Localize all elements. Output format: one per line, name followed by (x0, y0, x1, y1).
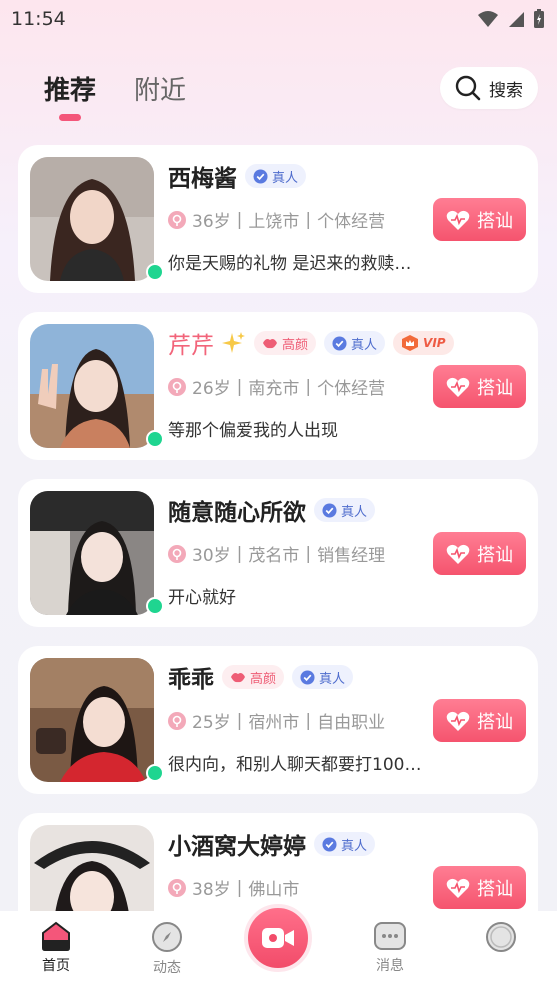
profile-age: 25岁 (192, 713, 231, 733)
compass-icon (152, 922, 182, 952)
profile-info: 26岁 | 南充市 | 个体经营 (168, 374, 385, 399)
profile-name: 乖乖 (168, 667, 214, 693)
profile-job: 个体经营 (317, 379, 386, 399)
female-icon (168, 210, 186, 229)
verified-badge: 真人 (245, 164, 307, 188)
wifi-icon (478, 11, 498, 27)
lips-icon (231, 673, 245, 683)
profile-card[interactable]: 随意随心所欲 真人 30岁 | 茂名市 | 销售经理 开心就好 搭讪 (18, 479, 538, 627)
greet-button[interactable]: 搭讪 (433, 866, 526, 909)
female-icon (168, 711, 186, 730)
video-camera-icon (262, 928, 294, 948)
nav-moments[interactable]: 动态 (127, 921, 207, 977)
pretty-badge: 高颜 (222, 665, 285, 689)
status-bar: 11:54 (0, 0, 557, 38)
online-indicator (146, 764, 164, 782)
search-button[interactable]: 搜索 (440, 67, 538, 109)
battery-icon (534, 9, 544, 28)
profile-age: 26岁 (192, 379, 231, 399)
signal-icon (509, 12, 524, 27)
search-icon (455, 75, 481, 101)
heart-pulse-icon (446, 377, 470, 397)
vip-badge: VIP (393, 331, 454, 355)
profile-name: 芹芹 (168, 333, 214, 359)
profile-city: 宿州市 (248, 713, 300, 733)
verified-badge: 真人 (314, 832, 376, 856)
profile-name: 小酒窝大婷婷 (168, 834, 306, 860)
tab-recommend[interactable]: 推荐 (44, 70, 96, 107)
profile-info: 30岁 | 茂名市 | 销售经理 (168, 541, 385, 566)
profile-bio: 很内向，和别人聊天都要打100… (168, 755, 422, 775)
status-time: 11:54 (11, 8, 66, 30)
verified-icon (253, 168, 268, 184)
avatar[interactable] (30, 157, 154, 281)
avatar[interactable] (30, 658, 154, 782)
nav-home[interactable]: 首页 (16, 921, 96, 975)
profile-city: 上饶市 (248, 212, 300, 232)
nav-messages[interactable]: 消息 (350, 921, 430, 975)
greet-button[interactable]: 搭讪 (433, 198, 526, 241)
profile-age: 38岁 (192, 880, 231, 900)
sparkle-icon (222, 332, 245, 353)
profile-card[interactable]: 乖乖 高颜 真人 25岁 | 宿州市 | 自由职业 很内向，和别人聊天都要打10… (18, 646, 538, 794)
female-icon (168, 544, 186, 563)
pretty-badge: 高颜 (254, 331, 317, 355)
profile-name: 西梅酱 (168, 166, 237, 192)
home-icon (42, 921, 70, 951)
profile-name: 随意随心所欲 (168, 500, 306, 526)
lips-icon (263, 339, 277, 349)
top-tabs: 推荐 附近 (44, 70, 186, 107)
profile-age: 30岁 (192, 546, 231, 566)
profile-bio: 等那个偏爱我的人出现 (168, 421, 338, 441)
profile-bio: 你是天赐的礼物 是迟来的救赎… (168, 254, 412, 274)
profile-list: 西梅酱 真人 36岁 | 上饶市 | 个体经营 你是天赐的礼物 是迟来的救赎… … (18, 145, 538, 980)
verified-icon (322, 836, 337, 852)
video-call-button[interactable] (244, 904, 312, 972)
nav-profile[interactable] (461, 921, 541, 957)
female-icon (168, 878, 186, 897)
greet-button[interactable]: 搭讪 (433, 365, 526, 408)
profile-card[interactable]: 西梅酱 真人 36岁 | 上饶市 | 个体经营 你是天赐的礼物 是迟来的救赎… … (18, 145, 538, 293)
message-icon (374, 922, 406, 950)
verified-badge: 真人 (314, 498, 376, 522)
profile-job: 个体经营 (317, 212, 386, 232)
online-indicator (146, 597, 164, 615)
avatar[interactable] (30, 491, 154, 615)
heart-pulse-icon (446, 544, 470, 564)
online-indicator (146, 430, 164, 448)
profile-card[interactable]: 芹芹 高颜 真人 VIP 26岁 | 南充市 | 个体经营 等那个偏爱我的人出现 (18, 312, 538, 460)
profile-info: 38岁 | 佛山市 (168, 875, 299, 900)
female-icon (168, 377, 186, 396)
greet-button[interactable]: 搭讪 (433, 699, 526, 742)
heart-pulse-icon (446, 711, 470, 731)
online-indicator (146, 263, 164, 281)
profile-job: 销售经理 (317, 546, 386, 566)
verified-icon (300, 669, 315, 685)
profile-icon (486, 922, 516, 952)
tab-nearby[interactable]: 附近 (134, 70, 186, 107)
profile-city: 南充市 (248, 379, 300, 399)
profile-city: 茂名市 (248, 546, 300, 566)
profile-info: 25岁 | 宿州市 | 自由职业 (168, 708, 385, 733)
profile-job: 自由职业 (317, 713, 386, 733)
verified-icon (332, 335, 347, 351)
verified-badge: 真人 (292, 665, 354, 689)
profile-bio: 开心就好 (168, 588, 236, 608)
verified-icon (322, 502, 337, 518)
verified-badge: 真人 (324, 331, 386, 355)
heart-pulse-icon (446, 210, 470, 230)
crown-icon (402, 335, 419, 351)
profile-city: 佛山市 (248, 880, 300, 900)
greet-button[interactable]: 搭讪 (433, 532, 526, 575)
search-label: 搜索 (489, 80, 523, 101)
heart-pulse-icon (446, 878, 470, 898)
profile-age: 36岁 (192, 212, 231, 232)
avatar[interactable] (30, 324, 154, 448)
profile-info: 36岁 | 上饶市 | 个体经营 (168, 207, 385, 232)
